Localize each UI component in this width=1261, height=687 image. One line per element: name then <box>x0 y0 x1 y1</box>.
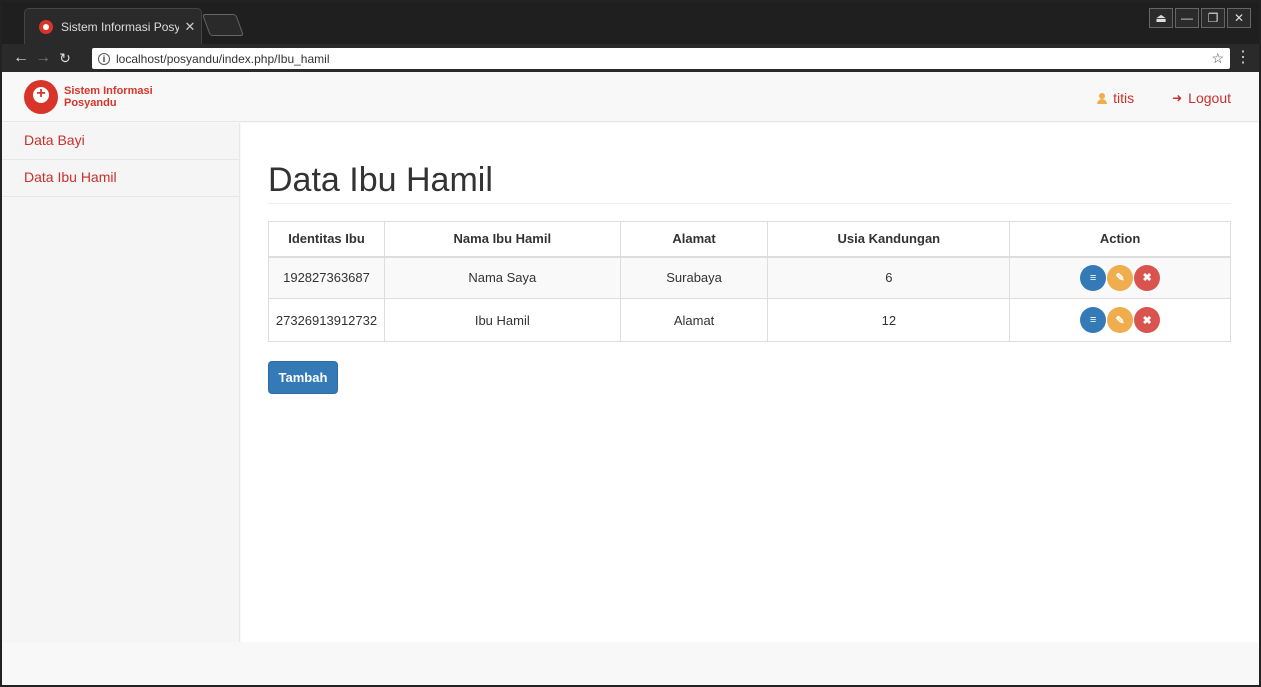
column-header: Alamat <box>619 221 769 258</box>
tab-title: Sistem Informasi Posyan <box>61 19 179 34</box>
forward-arrow-icon[interactable]: → <box>32 49 54 67</box>
browser-tab[interactable]: Sistem Informasi Posyan ✕ <box>24 8 202 44</box>
tambah-button[interactable]: Tambah <box>268 361 338 394</box>
restore-button[interactable]: ❐ <box>1201 8 1225 28</box>
main-content: Data Ibu Hamil Identitas Ibu Nama Ibu Ha… <box>241 123 1259 642</box>
new-tab-button[interactable] <box>201 14 245 36</box>
brand-text: Sistem Informasi Posyandu <box>64 85 153 109</box>
minimize-button[interactable]: — <box>1175 8 1199 28</box>
sidebar-item-data-bayi[interactable]: Data Bayi <box>2 123 239 160</box>
sidebar-item-data-ibu-hamil[interactable]: Data Ibu Hamil <box>2 160 239 197</box>
url-text: localhost/posyandu/index.php/Ibu_hamil <box>116 51 330 66</box>
cell-usia: 12 <box>767 298 1011 342</box>
window-controls: ⏏ — ❐ ✕ <box>1149 8 1251 28</box>
delete-icon[interactable]: ✖ <box>1134 264 1161 291</box>
column-header: Identitas Ibu <box>268 221 385 258</box>
posyandu-logo-icon <box>24 80 58 114</box>
close-window-button[interactable]: ✕ <box>1227 8 1251 28</box>
cell-alamat: Alamat <box>619 298 769 342</box>
nav-right: titis ➜ Logout <box>1097 90 1231 106</box>
logout-icon: ➜ <box>1172 91 1183 105</box>
cell-nama: Ibu Hamil <box>383 298 621 342</box>
page-title: Data Ibu Hamil <box>268 161 493 199</box>
posyandu-favicon-icon <box>39 19 53 34</box>
reload-icon[interactable]: ↻ <box>54 50 76 67</box>
top-navbar: Sistem Informasi Posyandu titis ➜ Logout <box>2 72 1259 122</box>
brand-line-2: Posyandu <box>64 97 117 109</box>
title-divider <box>268 203 1231 204</box>
ibu-hamil-table: Identitas Ibu Nama Ibu Hamil Alamat Usia… <box>268 221 1231 342</box>
cell-nama: Nama Saya <box>383 256 621 299</box>
browser-window: Sistem Informasi Posyan ✕ ⏏ — ❐ ✕ ← → ↻ … <box>0 0 1261 687</box>
title-bar: Sistem Informasi Posyan ✕ ⏏ — ❐ ✕ <box>2 2 1259 44</box>
edit-pencil-icon[interactable]: ✎ <box>1107 307 1134 333</box>
logout-label: Logout <box>1188 90 1231 106</box>
cell-identitas: 27326913912732 <box>268 298 385 342</box>
column-header: Usia Kandungan <box>767 221 1011 258</box>
cell-action: ≡ ✎ ✖ <box>1009 298 1231 342</box>
browser-menu-icon[interactable]: ⋮ <box>1235 47 1251 67</box>
edit-pencil-icon[interactable]: ✎ <box>1107 264 1134 291</box>
user-link[interactable]: titis <box>1097 90 1134 106</box>
back-arrow-icon[interactable]: ← <box>10 49 32 67</box>
brand[interactable]: Sistem Informasi Posyandu <box>24 80 153 114</box>
user-icon <box>1097 92 1108 104</box>
sidebar: Data Bayi Data Ibu Hamil <box>2 123 240 642</box>
info-icon[interactable]: i <box>98 52 110 65</box>
cell-usia: 6 <box>767 256 1011 299</box>
table-row: 192827363687 Nama Saya Surabaya 6 ≡ ✎ ✖ <box>268 256 1231 299</box>
url-input[interactable]: i localhost/posyandu/index.php/Ibu_hamil… <box>92 48 1230 69</box>
column-header: Action <box>1009 221 1231 258</box>
table-row: 27326913912732 Ibu Hamil Alamat 12 ≡ ✎ ✖ <box>268 298 1231 342</box>
user-name: titis <box>1113 90 1135 106</box>
detail-list-icon[interactable]: ≡ <box>1080 307 1107 333</box>
cell-alamat: Surabaya <box>619 256 769 299</box>
cell-identitas: 192827363687 <box>268 256 385 299</box>
table-header-row: Identitas Ibu Nama Ibu Hamil Alamat Usia… <box>268 221 1231 258</box>
logout-link[interactable]: ➜ Logout <box>1172 90 1231 106</box>
address-bar: ← → ↻ i localhost/posyandu/index.php/Ibu… <box>2 44 1259 72</box>
detail-list-icon[interactable]: ≡ <box>1080 264 1107 291</box>
tab-close-icon[interactable]: ✕ <box>179 19 201 35</box>
brand-line-1: Sistem Informasi <box>64 85 153 97</box>
profile-icon[interactable]: ⏏ <box>1149 8 1173 28</box>
column-header: Nama Ibu Hamil <box>383 221 621 258</box>
bookmark-star-icon[interactable]: ☆ <box>1211 50 1224 67</box>
delete-icon[interactable]: ✖ <box>1134 307 1161 333</box>
cell-action: ≡ ✎ ✖ <box>1009 256 1231 299</box>
